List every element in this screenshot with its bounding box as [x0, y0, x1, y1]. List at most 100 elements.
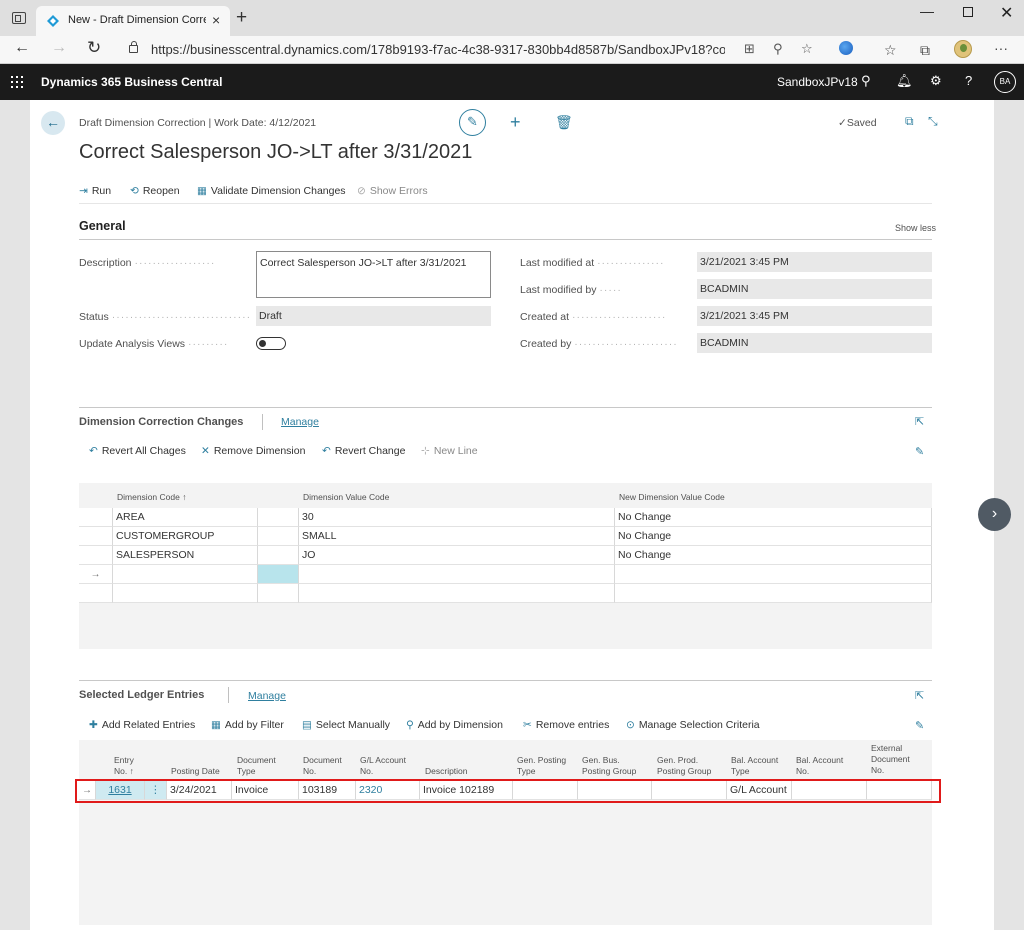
remove-dimension-button[interactable]: ✕ Remove Dimension	[201, 445, 305, 457]
dimension-value-code-cell[interactable]: SMALL	[299, 527, 615, 546]
personalize-icon[interactable]: ✎	[915, 445, 924, 458]
app-launcher-icon[interactable]	[11, 76, 23, 88]
close-tab-icon[interactable]: ×	[212, 12, 220, 28]
row-indicator[interactable]	[79, 584, 113, 603]
column-header-description[interactable]: Description	[425, 766, 468, 777]
reopen-button[interactable]: ⟲ Reopen	[130, 185, 180, 197]
row-indicator[interactable]	[79, 508, 113, 527]
show-less-link[interactable]: Show less	[895, 223, 936, 233]
revert-all-changes-button[interactable]: ↶ Revert All Chages	[89, 445, 186, 457]
column-header-new-dimension-value-code[interactable]: New Dimension Value Code	[619, 492, 725, 503]
notification-bell-icon[interactable]: 🔔︎	[896, 73, 913, 89]
dimension-value-code-cell[interactable]	[299, 565, 615, 584]
delete-icon[interactable]: 🗑︎	[555, 114, 573, 131]
revert-change-button[interactable]: ↶ Revert Change	[322, 445, 405, 457]
expand-part-icon[interactable]: ⇱	[915, 415, 924, 428]
open-new-window-icon[interactable]: ⧉	[905, 114, 914, 129]
row-menu-cell[interactable]	[258, 546, 299, 565]
column-header-document-no[interactable]: Document No.	[303, 755, 342, 777]
more-icon[interactable]: ···	[994, 40, 1008, 56]
column-header-gl-account-no[interactable]: G/L Account No.	[360, 755, 406, 777]
column-header-bal-account-no[interactable]: Bal. Account No.	[796, 755, 843, 777]
dimension-code-cell[interactable]	[113, 584, 258, 603]
new-tab-icon[interactable]: +	[236, 7, 247, 29]
add-by-dimension-button[interactable]: ⚲ Add by Dimension	[406, 719, 503, 731]
personalize-icon[interactable]: ✎	[915, 719, 924, 732]
column-header-dimension-value-code[interactable]: Dimension Value Code	[303, 492, 389, 503]
add-icon[interactable]: +	[510, 112, 521, 133]
add-related-entries-button[interactable]: ✚ Add Related Entries	[89, 719, 195, 731]
close-window-icon[interactable]: ✕	[1000, 3, 1013, 23]
row-menu-cell[interactable]	[258, 565, 299, 584]
back-button[interactable]: ←	[41, 111, 65, 135]
row-menu-cell[interactable]	[258, 508, 299, 527]
column-header-external-document-no[interactable]: External Document No.	[871, 743, 910, 776]
search-icon[interactable]: ⚲	[861, 73, 871, 89]
collapse-icon[interactable]: ⤡	[928, 114, 938, 129]
collections-icon[interactable]: ⧉	[920, 42, 930, 59]
new-dimension-value-code-cell[interactable]	[615, 584, 932, 603]
new-dimension-value-code-cell[interactable]	[615, 565, 932, 584]
app-title[interactable]: Dynamics 365 Business Central	[41, 75, 222, 89]
column-header-gen-bus-posting-group[interactable]: Gen. Bus. Posting Group	[582, 755, 636, 777]
column-header-document-type[interactable]: Document Type	[237, 755, 276, 777]
dimension-value-code-cell[interactable]	[299, 584, 615, 603]
general-section-title[interactable]: General	[79, 219, 126, 233]
dimension-changes-title[interactable]: Dimension Correction Changes	[79, 416, 243, 428]
show-errors-button[interactable]: ⊘ Show Errors	[357, 185, 428, 197]
profile-icon[interactable]	[954, 40, 972, 58]
dimension-code-cell[interactable]: AREA	[113, 508, 258, 527]
user-avatar[interactable]: BA	[994, 71, 1016, 93]
dimension-code-cell[interactable]: SALESPERSON	[113, 546, 258, 565]
zoom-icon[interactable]: ⚲	[773, 41, 783, 57]
column-header-posting-date[interactable]: Posting Date	[171, 766, 220, 777]
edit-button[interactable]: ✎	[459, 109, 486, 136]
run-button[interactable]: ⇥ Run	[79, 185, 111, 197]
new-dimension-value-code-cell[interactable]: No Change	[615, 546, 932, 565]
selected-ledger-entries-title[interactable]: Selected Ledger Entries	[79, 689, 204, 701]
dimension-changes-manage-link[interactable]: Manage	[281, 416, 319, 428]
row-menu-cell[interactable]	[258, 527, 299, 546]
column-header-bal-account-type[interactable]: Bal. Account Type	[731, 755, 778, 777]
extension-globe-icon[interactable]	[839, 41, 853, 55]
window-menu-icon[interactable]	[12, 12, 26, 24]
expand-part-icon[interactable]: ⇱	[915, 689, 924, 702]
row-indicator[interactable]: →	[79, 565, 113, 584]
favorite-icon[interactable]: ☆	[801, 41, 813, 57]
dimension-value-code-cell[interactable]: 30	[299, 508, 615, 527]
new-line-button[interactable]: ⊹ New Line	[421, 445, 478, 457]
column-header-entry-no[interactable]: Entry No. ↑	[114, 755, 134, 777]
minimize-icon[interactable]: —	[920, 3, 934, 19]
gear-icon[interactable]: ⚙	[930, 73, 942, 89]
forward-icon[interactable]: →	[51, 39, 67, 57]
column-header-dimension-code[interactable]: Dimension Code ↑	[117, 492, 186, 503]
maximize-icon[interactable]	[963, 7, 973, 17]
ledger-manage-link[interactable]: Manage	[248, 690, 286, 702]
url-field[interactable]: https://businesscentral.dynamics.com/178…	[114, 39, 868, 61]
new-dimension-value-code-cell[interactable]: No Change	[615, 527, 932, 546]
favorites-icon[interactable]: ☆	[884, 42, 897, 59]
validate-dimension-changes-button[interactable]: ▦ Validate Dimension Changes	[197, 185, 346, 197]
refresh-icon[interactable]: ↻	[87, 38, 101, 58]
new-dimension-value-code-cell[interactable]: No Change	[615, 508, 932, 527]
row-menu-cell[interactable]	[258, 584, 299, 603]
add-by-filter-button[interactable]: ▦ Add by Filter	[211, 719, 284, 731]
column-header-gen-posting-type[interactable]: Gen. Posting Type	[517, 755, 566, 777]
dimension-code-cell[interactable]	[113, 565, 258, 584]
dimension-value-code-cell[interactable]: JO	[299, 546, 615, 565]
column-header-gen-prod-posting-group[interactable]: Gen. Prod. Posting Group	[657, 755, 711, 777]
dimension-code-cell[interactable]: CUSTOMERGROUP	[113, 527, 258, 546]
remove-entries-button[interactable]: ✂ Remove entries	[523, 719, 609, 731]
row-indicator[interactable]	[79, 546, 113, 565]
app-available-icon[interactable]: ⊞	[744, 41, 755, 57]
company-name[interactable]: SandboxJPv18	[777, 75, 858, 89]
back-icon[interactable]: ←	[14, 39, 30, 57]
manage-selection-criteria-button[interactable]: ⊙ Manage Selection Criteria	[626, 719, 760, 731]
browser-tab[interactable]: New - Draft Dimension Correctio ×	[36, 6, 230, 36]
next-record-button[interactable]: ›	[978, 498, 1011, 531]
row-indicator[interactable]	[79, 527, 113, 546]
help-icon[interactable]: ?	[965, 73, 972, 88]
select-manually-button[interactable]: ▤ Select Manually	[302, 719, 390, 731]
description-field[interactable]: Correct Salesperson JO->LT after 3/31/20…	[256, 251, 491, 298]
update-analysis-views-toggle[interactable]	[256, 337, 286, 350]
